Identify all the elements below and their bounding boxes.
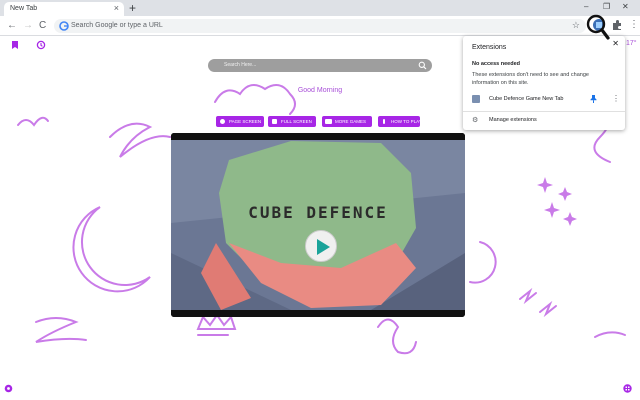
fullscreen-icon [272,119,277,124]
bookmark-star-icon[interactable]: ☆ [572,20,580,31]
settings-gear-icon[interactable] [4,384,13,393]
full-screen-button[interactable]: FULL SCREEN [268,116,316,127]
google-icon [59,21,69,31]
extensions-popup: Extensions ✕ No access needed These exte… [463,36,625,130]
play-button[interactable] [305,230,337,262]
browser-menu-icon[interactable]: ⋮ [629,18,639,32]
history-icon[interactable] [36,40,46,50]
page-screen-label: PAGE SCREEN [229,119,262,124]
close-popup-icon[interactable]: ✕ [612,39,619,48]
tab-title: New Tab [10,5,38,12]
tab-strip: New Tab × + – ❐ ✕ [0,0,640,16]
new-tab-button[interactable]: + [129,1,136,15]
extension-name: Cube Defence Game New Tab [489,96,564,102]
extension-more-icon[interactable]: ⋮ [612,94,620,103]
bookmark-icon[interactable] [10,40,20,50]
bulb-icon [220,119,225,124]
manage-extensions-link[interactable]: Manage extensions [489,117,537,123]
page-search-bar[interactable]: Search Here... [208,59,432,72]
page-screen-button[interactable]: PAGE SCREEN [216,116,264,127]
back-button[interactable]: ← [7,19,17,33]
temperature-readout: 17° [626,40,637,47]
search-icon[interactable] [418,61,427,70]
pin-icon[interactable] [590,95,597,103]
popup-divider [463,111,625,112]
extensions-puzzle-icon[interactable] [610,18,624,32]
forward-button[interactable]: → [23,19,33,33]
extension-row[interactable]: Cube Defence Game New Tab ⋮ [463,92,625,106]
game-title: CUBE DEFENCE [248,203,388,222]
omnibox-placeholder: Search Google or type a URL [71,22,163,29]
game-video[interactable]: CUBE DEFENCE [171,133,465,317]
how-to-play-label: HOW TO PLAY [391,119,422,124]
magnifier-cursor-icon [586,14,610,40]
cube-defence-app-icon [472,95,480,103]
omnibox[interactable]: Search Google or type a URL ☆ [54,19,586,33]
maximize-button[interactable]: ❐ [603,2,610,11]
reload-button[interactable]: C [39,19,46,33]
play-icon [317,239,330,255]
access-heading: No access needed [472,61,520,67]
gamepad-icon [325,119,332,124]
browser-toolbar: ← → C Search Google or type a URL ☆ ⋮ [0,16,640,36]
info-icon [383,119,385,124]
apps-icon[interactable] [623,384,632,393]
tab-close-icon[interactable]: × [114,3,119,13]
close-window-button[interactable]: ✕ [622,2,629,11]
extensions-popup-title: Extensions [472,44,507,51]
minimize-button[interactable]: – [584,2,588,11]
more-games-button[interactable]: MORE GAMES [322,116,372,127]
game-thumbnail [171,133,465,317]
gear-icon: ⚙ [472,117,479,124]
page-search-placeholder: Search Here... [224,62,257,68]
greeting-text: Good Morning [297,87,343,94]
how-to-play-button[interactable]: HOW TO PLAY [378,116,422,127]
full-screen-label: FULL SCREEN [281,119,312,124]
more-games-label: MORE GAMES [335,119,367,124]
access-description: These extensions don't need to see and c… [472,72,589,86]
tab-new-tab[interactable]: New Tab × [4,2,124,16]
